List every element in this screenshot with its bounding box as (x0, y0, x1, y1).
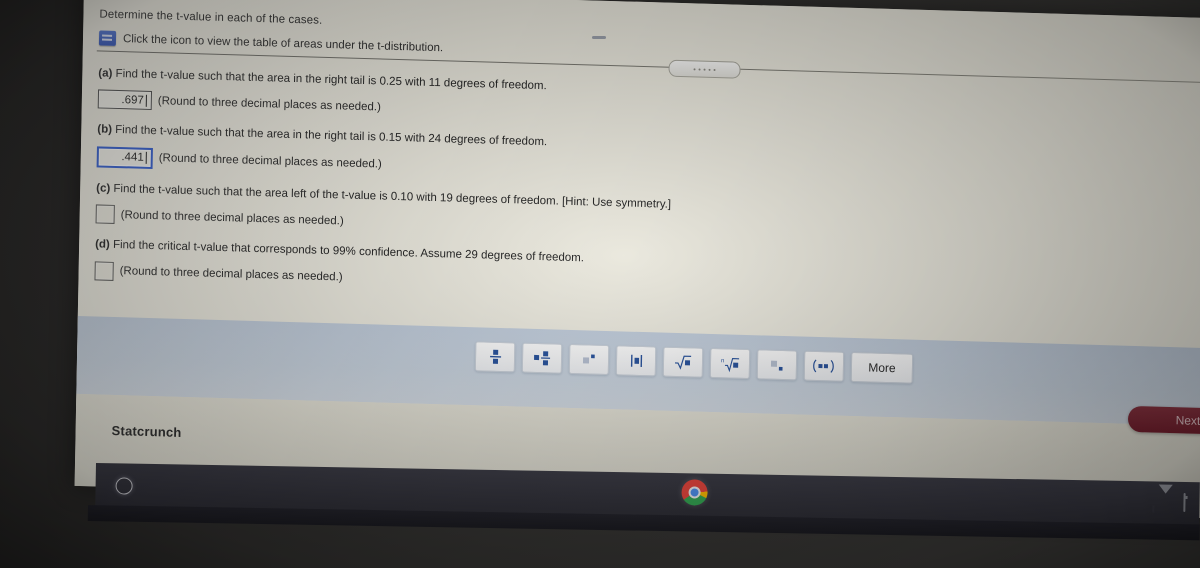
question-part-d: (d) Find the critical t-value that corre… (94, 238, 1094, 309)
battery-icon[interactable] (1183, 492, 1186, 513)
mixed-number-icon (534, 351, 551, 366)
interval-notation-icon (813, 359, 834, 373)
next-button[interactable]: Next (1127, 405, 1200, 436)
table-document-icon[interactable] (98, 30, 117, 46)
start-circle-icon[interactable] (115, 477, 133, 495)
chrome-icon[interactable] (681, 479, 708, 506)
system-tray (1147, 484, 1186, 513)
part-label-d: (d) (95, 238, 110, 251)
answer-input-a[interactable]: .697 (97, 89, 153, 111)
answer-input-c[interactable] (95, 204, 115, 225)
more-button[interactable]: More (850, 351, 914, 384)
exponent-icon (582, 354, 595, 364)
question-header: Determine the t-value in each of the cas… (98, 8, 979, 70)
handle-dot (713, 68, 716, 71)
part-body-b: Find the t-value such that the area in t… (115, 124, 548, 149)
rounding-note-b: (Round to three decimal places as needed… (158, 152, 382, 171)
answer-value-a: .697 (121, 93, 144, 107)
interval-notation-button[interactable] (803, 350, 845, 382)
part-label-c: (c) (96, 182, 111, 195)
rounding-note-c: (Round to three decimal places as needed… (120, 208, 344, 228)
fraction-button[interactable] (474, 341, 516, 373)
answer-value-b: .441 (121, 151, 144, 165)
nth-root-button[interactable]: n (709, 347, 751, 380)
subscript-button[interactable] (756, 349, 798, 381)
square-root-button[interactable] (662, 346, 704, 378)
chrome-active-indicator (592, 36, 606, 39)
part-body-a: Find the t-value such that the area in t… (115, 67, 547, 93)
rounding-note-d: (Round to three decimal places as needed… (119, 265, 343, 284)
panel-resize-handle[interactable] (668, 59, 741, 79)
mixed-number-button[interactable] (521, 342, 563, 374)
part-body-d: Find the critical t-value that correspon… (112, 239, 585, 265)
next-button-label: Next (1175, 413, 1200, 428)
rounding-note-a: (Round to three decimal places as needed… (157, 95, 381, 114)
fraction-icon (489, 349, 501, 364)
part-label-b: (b) (97, 123, 113, 137)
part-label-a: (a) (98, 67, 113, 80)
table-link-label[interactable]: Click the icon to view the table of area… (123, 33, 443, 54)
part-body-c: Find the t-value such that the area left… (113, 182, 672, 211)
exponent-button[interactable] (568, 343, 610, 376)
svg-text:n: n (720, 358, 723, 364)
text-caret (145, 152, 147, 165)
nth-root-icon: n (720, 357, 739, 372)
statcrunch-label[interactable]: Statcrunch (111, 423, 181, 440)
handle-dot (703, 68, 706, 71)
answer-input-b[interactable]: .441 (96, 146, 153, 169)
answer-input-d[interactable] (94, 260, 114, 281)
handle-dot (698, 68, 701, 71)
square-root-icon (674, 355, 692, 370)
question-content-panel: Determine the t-value in each of the cas… (74, 0, 1200, 519)
wifi-icon[interactable] (1158, 484, 1173, 512)
absolute-value-icon (630, 354, 642, 367)
monitor-screen: Determine the t-value in each of the cas… (74, 0, 1200, 519)
handle-dot (708, 68, 711, 71)
handle-dot (693, 67, 696, 70)
more-button-label: More (868, 360, 896, 376)
question-parts-list: (a) Find the t-value such that the area … (94, 66, 1098, 322)
subscript-icon (770, 360, 783, 371)
text-caret (145, 94, 147, 107)
absolute-value-button[interactable] (615, 345, 657, 377)
